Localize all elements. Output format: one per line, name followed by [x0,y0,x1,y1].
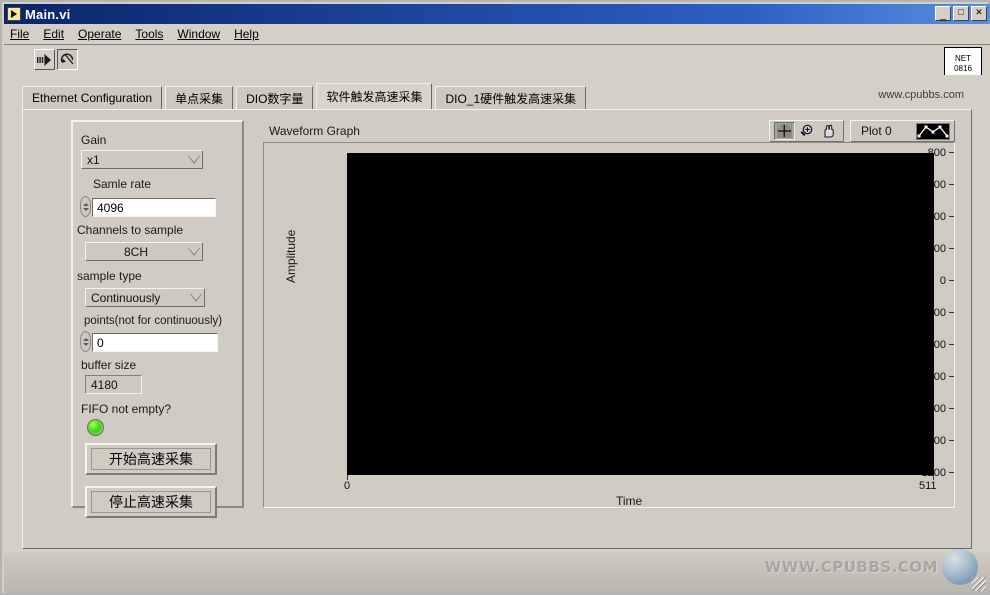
channels-value: 8CH [123,244,148,259]
plot-line-style-icon [917,125,949,137]
points-stepper[interactable] [80,331,91,352]
vi-icon [7,7,21,21]
chevron-down-icon [186,247,202,256]
maximize-button[interactable]: □ [953,6,969,21]
acquisition-controls-cluster: Gain x1 Samle rate 4096 Channels to samp… [71,120,244,518]
tab-single-point-acquisition[interactable]: 单点采集 [165,86,234,110]
sample-rate-input[interactable]: 4096 [92,198,216,217]
x-axis-tick: 0 [344,480,351,492]
cursor-tool-button[interactable] [774,122,795,140]
graph-plot-container: Amplitude 800 600 400 200 0 -200 -400 -6… [263,142,955,508]
x-axis-label: Time [616,494,643,508]
close-icon: ✕ [975,7,983,17]
menu-item-operate[interactable]: Operate [78,27,121,41]
stop-acquisition-label: 停止高速采集 [91,491,211,513]
start-acquisition-label: 开始高速采集 [91,448,211,470]
tab-dio1-hardware-trigger-highspeed[interactable]: DIO_1硬件触发高速采集 [435,86,587,110]
menu-item-help[interactable]: Help [234,27,259,41]
channels-dropdown[interactable]: 8CH [85,242,203,261]
watermark-text: WWW.CPUBBS.COM [764,558,938,576]
run-continuously-icon [60,53,74,64]
window-title: Main.vi [25,6,71,22]
site-url-text: www.cpubbs.com [878,89,964,101]
gain-dropdown[interactable]: x1 [81,150,203,169]
run-button[interactable] [34,49,55,70]
window-controls: _ □ ✕ [935,6,987,21]
gain-value: x1 [87,152,100,167]
tab-page-software-trigger: Gain x1 Samle rate 4096 Channels to samp… [22,109,972,549]
minimize-icon: _ [939,9,947,21]
net-badge-line2: 0816 [954,64,972,73]
tab-label: Ethernet Configuration [32,91,153,105]
sample-rate-stepper[interactable] [80,196,91,217]
run-continuously-button[interactable] [57,49,78,70]
chevron-down-icon [188,293,204,302]
labview-front-panel-window: Main.vi _ □ ✕ File Edit Operate Tools Wi… [0,0,990,595]
buffer-size-indicator: 4180 [85,375,142,394]
fifo-led-indicator [87,419,104,436]
resize-grip[interactable] [972,577,986,591]
close-button[interactable]: ✕ [971,6,987,21]
points-label: points(not for continuously) [84,315,223,327]
tab-label: DIO数字量 [246,91,304,106]
channels-label: Channels to sample [77,223,184,237]
pan-tool-button[interactable] [818,122,839,140]
waveform-graph: Waveform Graph Plot 0 Amplitude 800 600 … [263,120,955,508]
tab-label: 软件触发高速采集 [326,90,423,104]
vi-toolbar: NET 0816 [4,45,990,81]
chevron-down-icon [186,155,202,164]
plot-canvas[interactable] [347,153,934,475]
tab-label: 单点采集 [175,91,224,106]
points-input[interactable]: 0 [92,333,218,352]
y-axis-label: Amplitude [284,229,298,283]
zoom-tool-button[interactable] [796,122,817,140]
menu-item-window[interactable]: Window [177,27,220,41]
plot-legend-label: Plot 0 [861,124,892,138]
net-badge-line1: NET [955,54,971,63]
menu-item-file[interactable]: File [10,27,29,41]
menu-bar: File Edit Operate Tools Window Help [4,24,990,45]
stop-acquisition-button[interactable]: 停止高速采集 [85,486,217,518]
menu-item-edit[interactable]: Edit [43,27,64,41]
sample-type-value: Continuously [91,290,161,305]
sample-type-dropdown[interactable]: Continuously [85,288,205,307]
front-panel: Ethernet Configuration 单点采集 DIO数字量 软件触发高… [4,75,990,593]
title-bar: Main.vi _ □ ✕ [4,4,990,24]
start-acquisition-button[interactable]: 开始高速采集 [85,443,217,475]
plot-line-icon[interactable] [916,122,950,140]
tab-label: DIO_1硬件触发高速采集 [445,91,577,106]
watermark: WWW.CPUBBS.COM [765,549,978,585]
fifo-label: FIFO not empty? [81,402,172,416]
graph-palette [769,120,844,142]
menu-item-tools[interactable]: Tools [135,27,163,41]
sample-rate-label: Samle rate [93,177,152,191]
crosshair-cursor-icon [777,124,792,138]
magnifier-zoom-icon [800,124,813,137]
tab-software-trigger-highspeed[interactable]: 软件触发高速采集 [316,83,433,110]
tab-ethernet-configuration[interactable]: Ethernet Configuration [22,86,163,110]
maximize-icon: □ [958,7,964,17]
hand-pan-icon [824,124,834,138]
graph-title: Waveform Graph [269,124,360,138]
tab-dio-digital[interactable]: DIO数字量 [236,86,314,110]
buffer-size-label: buffer size [81,358,137,372]
x-axis-tick: 511 [919,480,937,492]
sample-type-label: sample type [77,269,142,283]
tab-strip: Ethernet Configuration 单点采集 DIO数字量 软件触发高… [22,83,589,110]
gain-label: Gain [81,133,107,147]
minimize-button[interactable]: _ [935,6,951,21]
plot-legend[interactable]: Plot 0 [850,120,955,142]
run-arrow-icon [37,53,51,66]
